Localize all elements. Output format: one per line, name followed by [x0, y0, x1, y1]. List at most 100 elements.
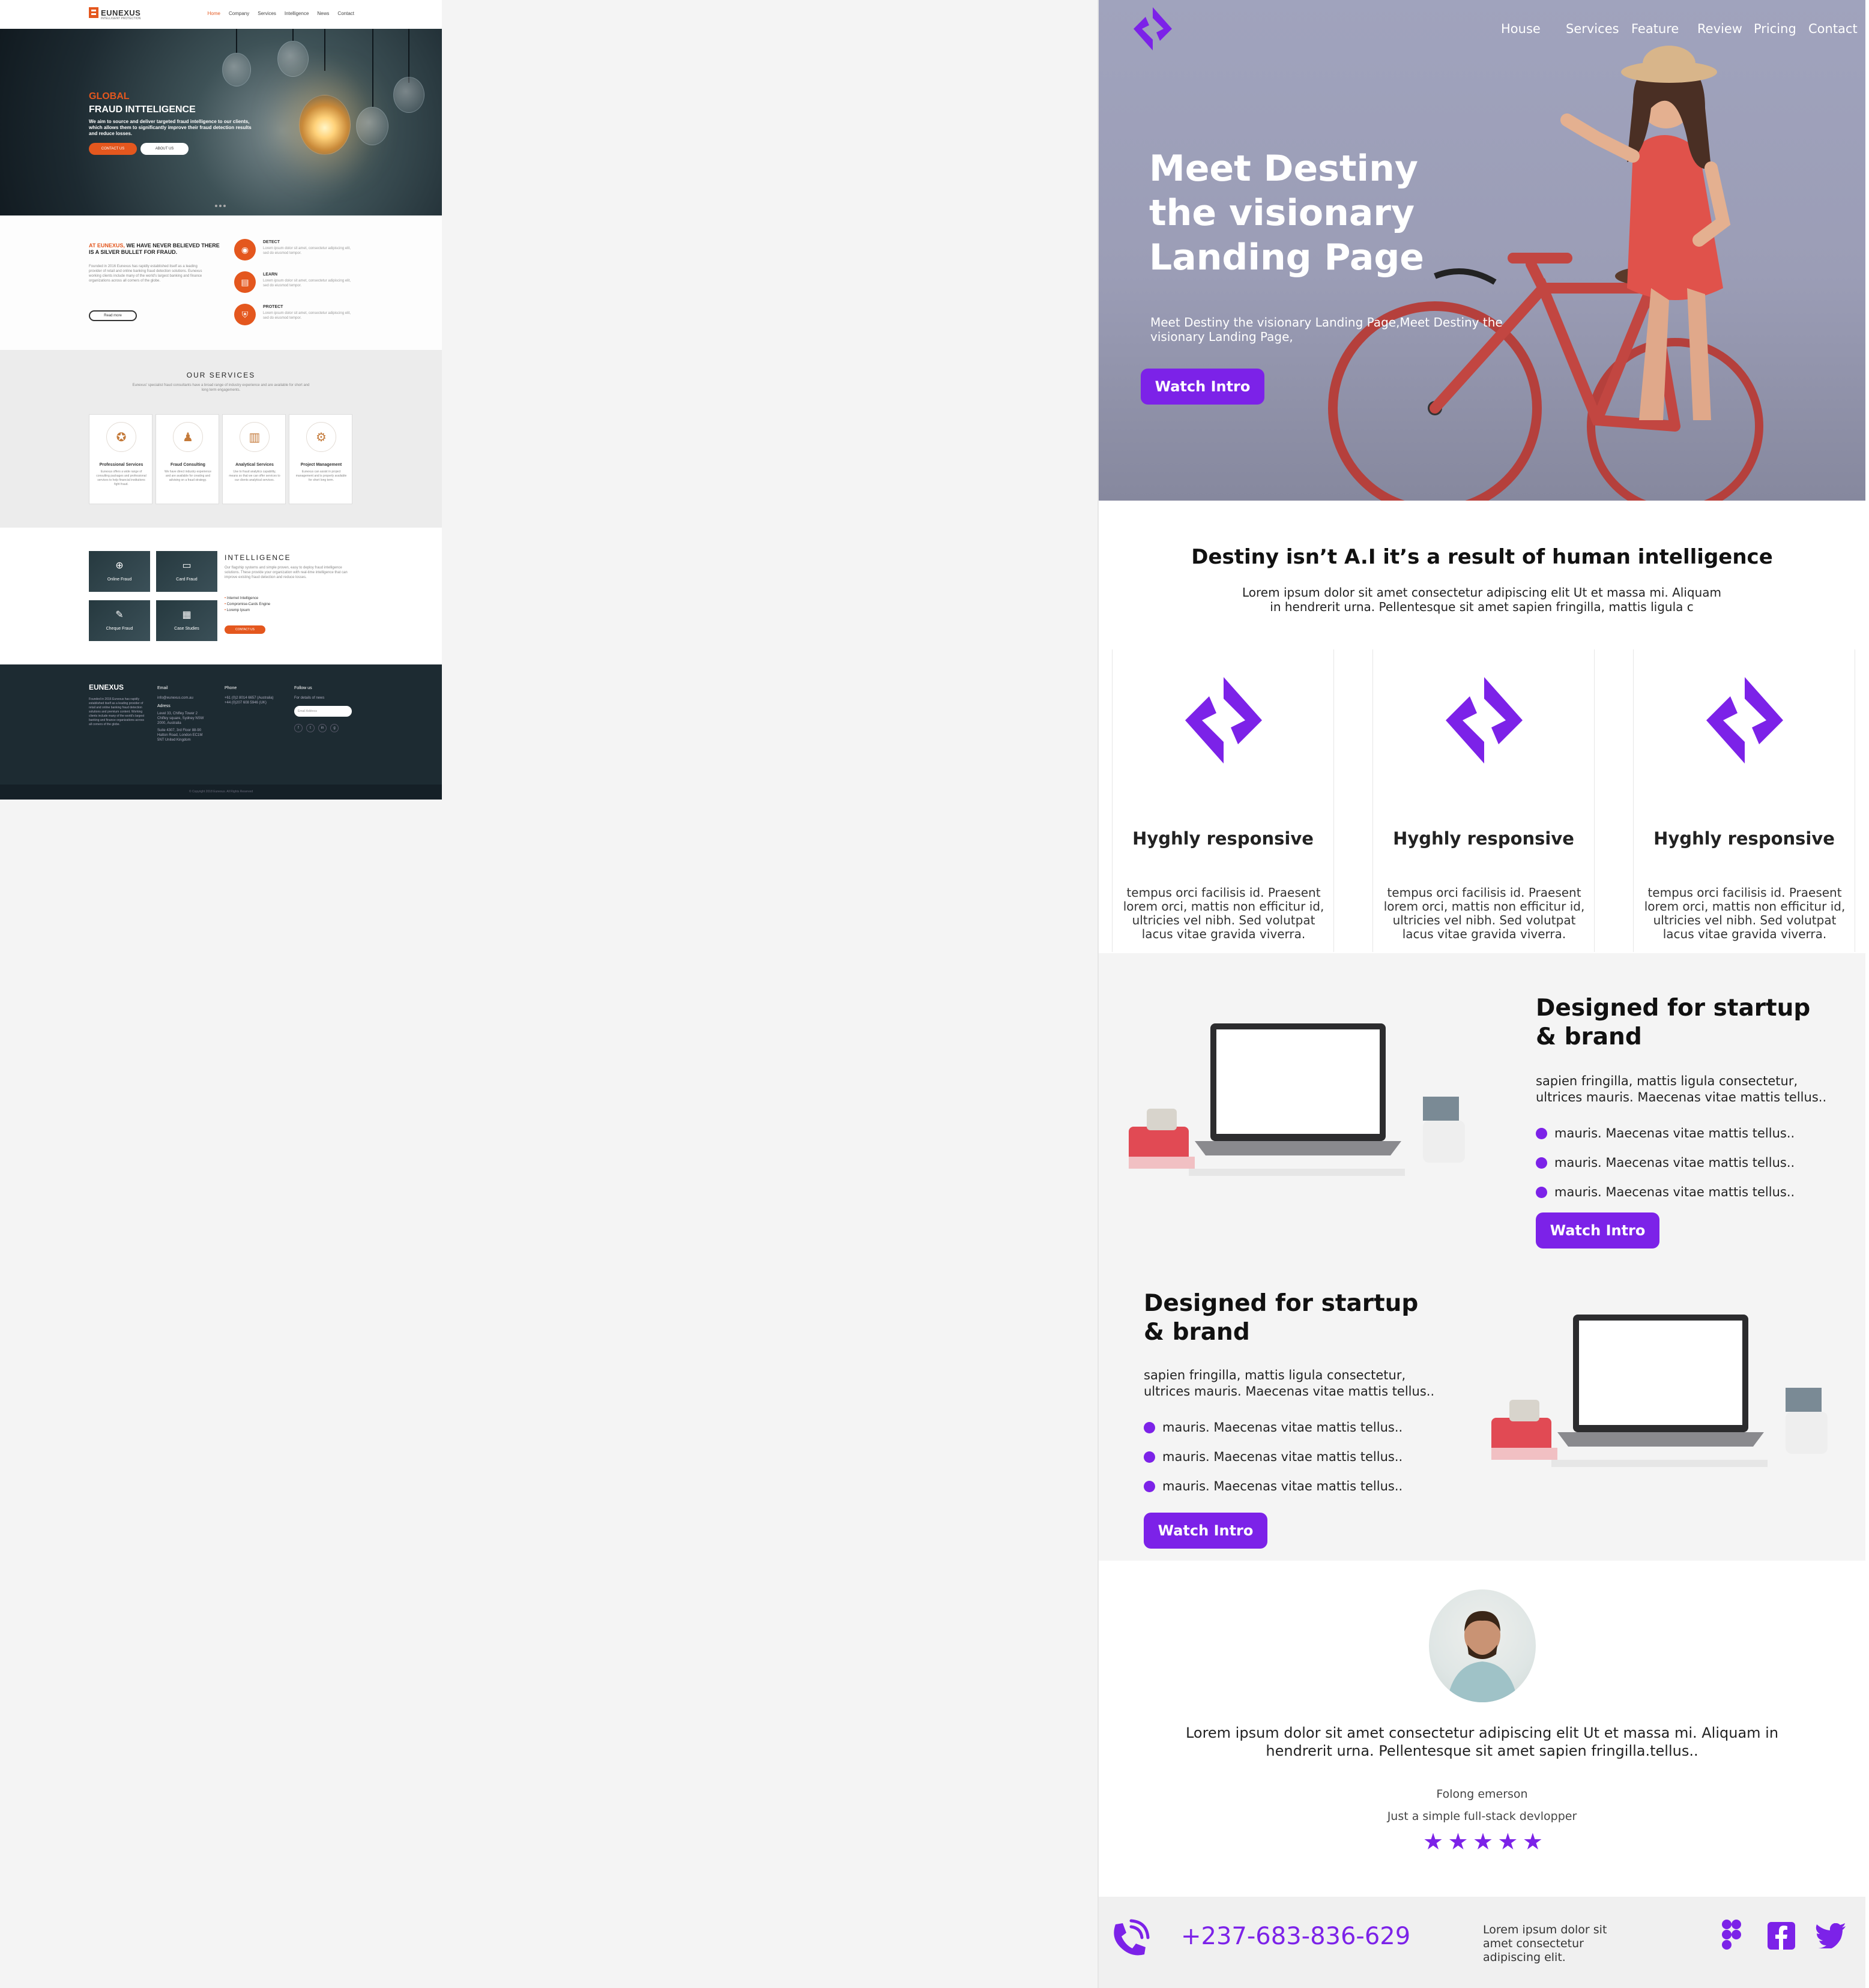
service-card[interactable]: ♟ Fraud Consulting We have direct indust… — [155, 414, 219, 504]
bulb-icon — [222, 53, 251, 86]
read-more-button[interactable]: Read more — [89, 310, 137, 321]
about-section — [0, 215, 442, 350]
footer-address-uk: Suite 4307, 3rd Floor 88-90 Hatton Road,… — [157, 729, 203, 742]
eunexus-logo-tagline: INTELLIGENT PROTECTION — [101, 17, 141, 20]
intel-tile-cheque-fraud[interactable]: ✎ Cheque Fraud — [89, 600, 150, 641]
feature-text: Lorem ipsum dolor sit amet, consectetur … — [263, 247, 351, 255]
eunexus-menu: Home Company Services Intelligence News … — [208, 11, 354, 16]
intel-tile-online-fraud[interactable]: ⊕ Online Fraud — [89, 551, 150, 592]
block1-text: sapien fringilla, mattis ligula consecte… — [1536, 1074, 1827, 1104]
service-card-title: Fraud Consulting — [171, 463, 205, 467]
service-card-text: Eunexus offers a wide range of consultin… — [96, 470, 146, 486]
nav-services[interactable]: Services — [1566, 22, 1619, 36]
lit-bulb-icon — [299, 95, 351, 155]
nav-contact[interactable]: Contact — [337, 11, 354, 16]
feature-title: DETECT — [263, 240, 280, 244]
footer-email-col: Email info@eunexus.com.au Adress Level 3… — [157, 686, 207, 742]
list-item: mauris. Maecenas vitae mattis tellus.. — [1536, 1126, 1795, 1140]
twitter-icon[interactable] — [1814, 1923, 1846, 1948]
list-item: Compromise-Cards Engine — [225, 601, 270, 607]
block1-watch-intro-button[interactable]: Watch Intro — [1536, 1212, 1659, 1249]
nav-home[interactable]: Home — [208, 11, 220, 16]
eunexus-logo[interactable]: EUNEXUS INTELLIGENT PROTECTION — [89, 7, 141, 20]
feature-card: Hyghly responsive tempus orci facilisis … — [1372, 649, 1595, 952]
list-item: mauris. Maecenas vitae mattis tellus.. — [1536, 1185, 1795, 1199]
intel-contact-button[interactable]: CONTACT US — [225, 625, 265, 634]
service-card-text: Eunexus can assist in project management… — [295, 470, 347, 482]
intel-tile-case-studies[interactable]: ▦ Case Studies — [156, 600, 217, 641]
phone-icon[interactable] — [1107, 1918, 1150, 1962]
nav-pricing[interactable]: Pricing — [1754, 22, 1796, 36]
hero-watch-intro-button[interactable]: Watch Intro — [1141, 369, 1264, 405]
facebook-icon[interactable] — [1768, 1922, 1795, 1950]
contact-us-button[interactable]: CONTACT US — [89, 143, 137, 155]
service-card[interactable]: ⚙ Project Management Eunexus can assist … — [289, 414, 352, 504]
nav-house[interactable]: House — [1501, 22, 1541, 36]
footer-copyright: © Copyright 2018 Eunexus. All Rights Res… — [0, 785, 442, 800]
subscribe-input[interactable]: Email Address — [294, 706, 352, 717]
eunexus-logo-icon — [89, 7, 98, 18]
document-icon: ▦ — [182, 610, 192, 620]
list-item: mauris. Maecenas vitae mattis tellus.. — [1536, 1155, 1795, 1170]
hero-title: Meet Destiny the visionary Landing Page — [1149, 148, 1424, 279]
feature-title: LEARN — [263, 273, 278, 277]
star-icon: ★ — [1423, 1828, 1444, 1855]
eunexus-navbar: EUNEXUS INTELLIGENT PROTECTION Home Comp… — [0, 0, 442, 29]
twitter-icon[interactable]: t — [306, 724, 315, 732]
feature-text: tempus orci facilisis id. Praesent lorem… — [1123, 885, 1324, 941]
intel-heading: INTELLIGENCE — [225, 553, 291, 562]
feature-text: Lorem ipsum dolor sit amet, consectetur … — [263, 312, 351, 320]
service-card[interactable]: ✪ Professional Services Eunexus offers a… — [89, 414, 152, 504]
service-card-text: Use to fraud analytics capability, means… — [229, 470, 280, 482]
laptop-photo — [1129, 977, 1466, 1201]
destiny-logo-icon[interactable] — [1129, 5, 1177, 53]
cheque-icon: ✎ — [115, 610, 124, 620]
footer-phone[interactable]: +61 (0)2 8014 6657 (Australia) — [225, 696, 285, 700]
feature-title: Hyghly responsive — [1393, 828, 1574, 849]
list-item: mauris. Maecenas vitae mattis tellus.. — [1144, 1479, 1403, 1493]
hero-text: We aim to source and deliver targeted fr… — [89, 119, 252, 136]
footer-email[interactable]: info@eunexus.com.au — [157, 696, 207, 700]
figma-icon[interactable] — [1721, 1918, 1742, 1951]
services-heading: OUR SERVICES — [186, 371, 256, 379]
intel-tile-card-fraud[interactable]: ▭ Card Fraud — [156, 551, 217, 592]
shield-icon: ⛨ — [234, 304, 256, 325]
block2-watch-intro-button[interactable]: Watch Intro — [1144, 1513, 1267, 1549]
nav-feature[interactable]: Feature — [1631, 22, 1679, 36]
facebook-icon[interactable]: f — [294, 724, 303, 732]
hero-text: Meet Destiny the visionary Landing Page,… — [1150, 315, 1503, 344]
footer-phone[interactable]: +237-683-836-629 — [1181, 1923, 1410, 1950]
nav-company[interactable]: Company — [229, 11, 249, 16]
nav-contact[interactable]: Contact — [1808, 22, 1858, 36]
service-card[interactable]: ▥ Analytical Services Use to fraud analy… — [222, 414, 286, 504]
service-card-title: Project Management — [300, 463, 342, 467]
bulb-icon — [277, 41, 309, 77]
footer-phone[interactable]: +44 (0)207 608 5946 (UK) — [225, 700, 285, 705]
bulb-wire — [292, 29, 294, 41]
slider-dots[interactable] — [215, 205, 226, 207]
about-text: Founded in 2016 Eunexus has rapidly esta… — [89, 265, 202, 283]
nav-review[interactable]: Review — [1697, 22, 1742, 36]
about-us-button[interactable]: ABOUT US — [140, 143, 189, 155]
nav-services[interactable]: Services — [258, 11, 276, 16]
testimonial-quote: Lorem ipsum dolor sit amet consectetur a… — [1185, 1724, 1779, 1759]
intel-list: Internet Intelligence Compromise-Cards E… — [225, 595, 270, 613]
linkedin-icon[interactable]: in — [318, 724, 327, 732]
feature-card: Hyghly responsive tempus orci facilisis … — [1633, 649, 1855, 952]
testimonial-role: Just a simple full-stack devlopper — [1387, 1810, 1577, 1823]
testimonial-name: Folong emerson — [1436, 1788, 1528, 1801]
screenshot-canvas: EUNEXUS INTELLIGENT PROTECTION Home Comp… — [0, 0, 1869, 1988]
card-icon: ▭ — [182, 561, 192, 571]
eunexus-footer — [0, 664, 442, 785]
destiny-logo-icon — [1446, 677, 1523, 764]
google-icon[interactable]: g — [330, 724, 339, 732]
feature-card: Hyghly responsive tempus orci facilisis … — [1112, 649, 1334, 952]
bulb-wire — [372, 29, 373, 107]
bulb-icon — [393, 77, 424, 113]
service-card-title: Analytical Services — [235, 463, 274, 467]
list-item: mauris. Maecenas vitae mattis tellus.. — [1144, 1420, 1403, 1435]
nav-news[interactable]: News — [317, 11, 329, 16]
intro-heading: Destiny isn’t A.I it’s a result of human… — [1191, 545, 1773, 569]
nav-intelligence[interactable]: Intelligence — [285, 11, 309, 16]
intro-text: Lorem ipsum dolor sit amet consectetur a… — [1242, 585, 1721, 614]
